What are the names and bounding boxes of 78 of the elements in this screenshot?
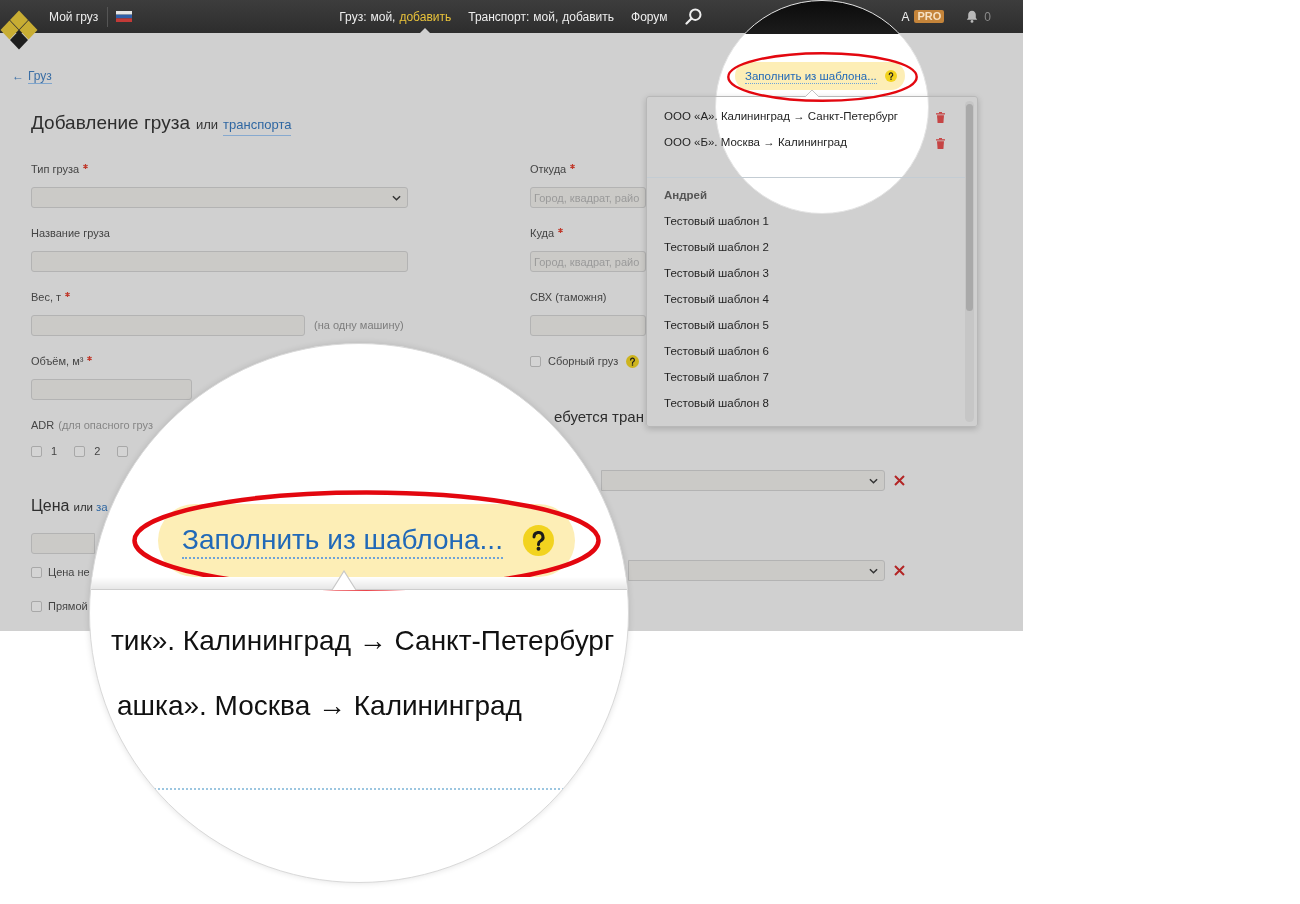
notification-count: 0 <box>984 8 991 26</box>
template-option[interactable]: ООО «А». Калининград → Санкт-Петербург <box>664 108 898 126</box>
field-label: Тип груза <box>31 162 80 176</box>
checkbox[interactable] <box>31 600 42 612</box>
select-field[interactable] <box>31 187 408 208</box>
field-label: ADR <box>31 418 55 432</box>
template-option[interactable]: Тестовый шаблон 6 <box>664 343 769 361</box>
checkbox[interactable] <box>74 445 86 457</box>
text-field[interactable] <box>31 379 192 400</box>
field-label: Вес, т <box>31 290 62 304</box>
checkbox[interactable] <box>31 566 42 578</box>
help-icon[interactable] <box>885 70 897 82</box>
scrollbar-thumb[interactable] <box>966 104 973 311</box>
conjunction-text: или <box>196 116 219 134</box>
template-option[interactable]: ашка». Москва → Калининград <box>117 690 522 722</box>
back-link[interactable]: ← Груз <box>12 69 52 83</box>
field-label: Название груза <box>31 226 110 240</box>
scrollbar-track[interactable] <box>965 101 974 422</box>
checkbox-label: 2 <box>94 445 101 457</box>
pro-badge: PRO <box>914 10 945 23</box>
template-option[interactable]: Тестовый шаблон 5 <box>664 317 769 335</box>
template-option[interactable]: Тестовый шаблон 8 <box>664 395 769 413</box>
help-icon[interactable] <box>523 525 554 556</box>
template-option[interactable]: Тестовый шаблон 3 <box>664 265 769 283</box>
template-option[interactable]: Тестовый шаблон 7 <box>664 369 769 387</box>
logo-icon[interactable] <box>0 10 38 50</box>
trash-icon[interactable] <box>936 137 945 149</box>
menu-link[interactable]: мой, <box>533 7 559 26</box>
checkbox[interactable] <box>31 445 42 457</box>
field-label: Откуда <box>530 162 567 176</box>
field-label: Куда <box>530 226 555 240</box>
template-option[interactable]: Тестовый шаблон 2 <box>664 239 769 257</box>
field-label: СВХ (таможня) <box>530 290 607 304</box>
search-icon[interactable] <box>685 8 703 25</box>
section-title: ебуется тран <box>554 408 644 426</box>
remove-icon[interactable] <box>894 565 905 576</box>
price-field[interactable] <box>31 533 95 554</box>
page-title: Добавление груза <box>31 112 190 134</box>
menu-label: Транспорт: <box>468 8 530 26</box>
flag-icon[interactable] <box>116 11 133 22</box>
text-field[interactable] <box>530 315 646 336</box>
checkbox-label: Прямой <box>48 600 88 612</box>
remove-icon[interactable] <box>894 475 905 486</box>
chevron-down-icon <box>392 194 401 201</box>
menu-link[interactable]: добавить <box>399 7 452 26</box>
menu-label: Груз: <box>339 8 367 26</box>
checkbox-label: Цена не <box>48 566 90 578</box>
checkbox-label: Сборный груз <box>548 354 619 368</box>
user-initial[interactable]: A <box>901 7 910 26</box>
template-option[interactable]: Тестовый шаблон 1 <box>664 213 769 231</box>
active-marker-icon <box>420 28 431 33</box>
menu-link[interactable]: мой, <box>370 7 396 26</box>
checkbox-label: 1 <box>51 445 58 457</box>
select-field[interactable] <box>628 560 885 581</box>
section-title: Цена <box>31 496 70 516</box>
chevron-down-icon <box>869 567 878 574</box>
price-link[interactable]: за <box>96 501 108 514</box>
trash-icon[interactable] <box>936 111 945 123</box>
checkbox[interactable] <box>117 445 129 457</box>
select-field[interactable] <box>601 470 885 491</box>
field-hint: (для опасного груз <box>58 418 154 432</box>
section-heading: Андрей <box>664 188 708 204</box>
menu-link[interactable]: Форум <box>631 7 668 26</box>
template-option[interactable]: ООО «Б». Москва → Калининград <box>664 134 847 152</box>
bell-icon[interactable] <box>966 10 979 23</box>
home-link[interactable]: Мой груз <box>49 7 99 26</box>
transport-link[interactable]: транспорта <box>223 115 292 136</box>
text-field[interactable] <box>31 251 408 272</box>
help-icon[interactable] <box>626 354 640 368</box>
checkbox[interactable] <box>530 355 541 367</box>
text-field[interactable] <box>31 315 305 336</box>
template-option[interactable]: Тестовый шаблон 4 <box>664 291 769 309</box>
menu-link[interactable]: добавить <box>562 7 614 26</box>
field-note: (на одну машину) <box>314 318 404 334</box>
conjunction-text: или <box>73 501 94 514</box>
field-label: Объём, м³ <box>31 354 84 368</box>
template-option[interactable]: тик». Калининград → Санкт-Петербург <box>111 625 615 657</box>
chevron-down-icon <box>869 477 878 484</box>
